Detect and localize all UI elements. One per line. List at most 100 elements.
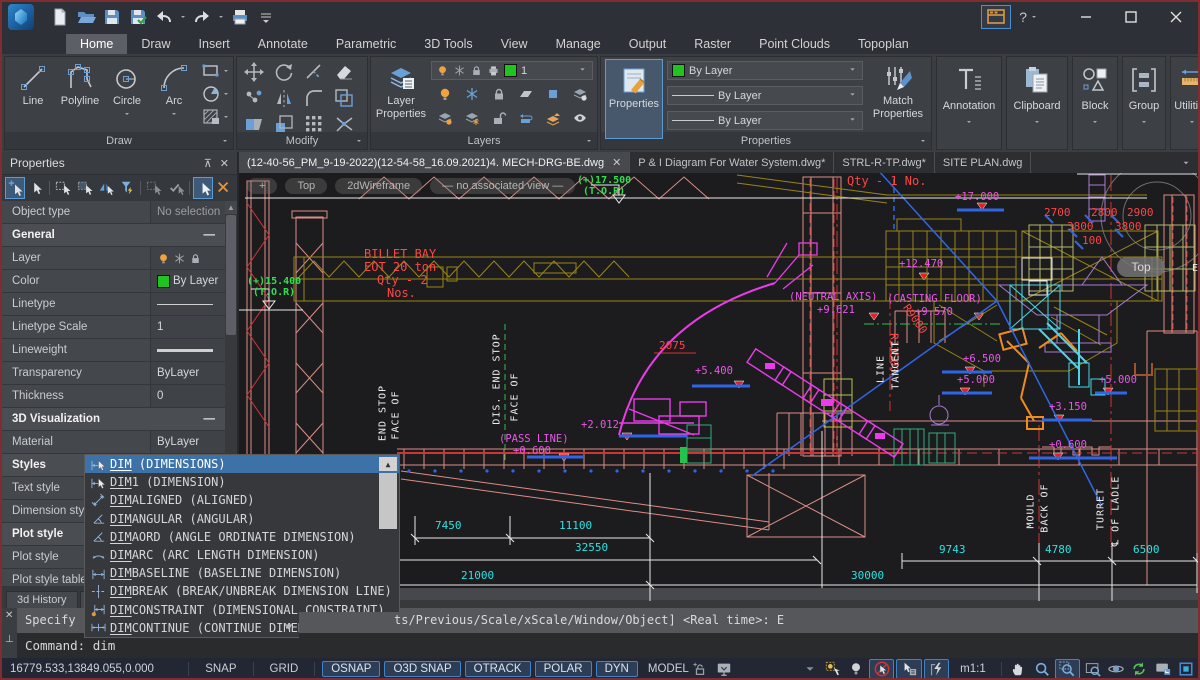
modify-fillet-button[interactable] [299,85,329,111]
dropdown-caret-button[interactable] [799,660,820,678]
autocomplete-item[interactable]: DIMBASELINE (BASELINE DIMENSION) [85,564,399,582]
ribbon-tab-output[interactable]: Output [615,34,681,54]
layer-tool-blue-square-button[interactable] [539,82,566,106]
bulb-status-button[interactable] [846,660,867,678]
toggle-osnap[interactable]: OSNAP [322,661,380,677]
autocomplete-item[interactable]: DIM (DIMENSIONS) [85,455,399,473]
autocomplete-item[interactable]: DIMAORD (ANGLE ORDINATE DIMENSION) [85,528,399,546]
sel-prev-button[interactable] [144,177,164,199]
draw-circle-button[interactable]: Circle [105,57,149,119]
scroll-thumb[interactable] [379,473,397,529]
property-value[interactable] [150,247,225,269]
pin-icon[interactable]: ⊼ [204,157,212,170]
toggle-dyn[interactable]: DYN [596,661,638,677]
annotation-panel[interactable]: Annotation [936,56,1002,150]
toggle-snap[interactable]: SNAP [196,661,245,677]
property-value[interactable]: ByLayer [150,431,225,453]
ribbon-tab-3d-tools[interactable]: 3D Tools [410,34,486,54]
workspace-icon[interactable] [981,5,1011,29]
qat-more-button[interactable] [254,5,278,29]
collapse-icon[interactable]: — [204,224,226,246]
modify-move-button[interactable] [239,59,269,85]
property-value[interactable]: ByLayer [150,362,225,384]
color-select[interactable]: By Layer [667,61,863,80]
ribbon-tab-insert[interactable]: Insert [185,34,244,54]
sel-new-button[interactable] [5,177,25,199]
layer-properties-button[interactable]: LayerProperties [375,57,427,120]
block-panel[interactable]: Block [1072,56,1118,150]
autocomplete-item[interactable]: DIMARC (ARC LENGTH DIMENSION) [85,546,399,564]
close-button[interactable] [1153,2,1198,32]
qat-print-button[interactable] [228,5,252,29]
visual-style-label[interactable]: 2dWireframe [335,178,422,194]
layer-tool-bulb-on-button[interactable] [431,82,458,106]
qat-new-file-button[interactable] [48,5,72,29]
scroll-up-icon[interactable]: ▲ [225,201,237,214]
toggle-grid[interactable]: GRID [261,661,308,677]
qat-save-as-button[interactable] [126,5,150,29]
ribbon-tab-parametric[interactable]: Parametric [322,34,410,54]
close-icon[interactable]: ✕ [5,610,13,621]
autocomplete-item[interactable]: DIMANGULAR (ANGULAR) [85,510,399,528]
layer-tool-stack-return-button[interactable] [512,106,539,130]
display-settings-icon[interactable] [713,660,734,678]
pointer-active-button[interactable] [193,177,213,199]
cancel-button[interactable] [214,177,234,199]
sel-window-button[interactable] [53,177,73,199]
layer-tool-plane-button[interactable] [512,82,539,106]
section-header-general[interactable]: General— [2,224,225,247]
scroll-thumb[interactable] [226,215,236,335]
toggle-o3d-snap[interactable]: O3D SNAP [384,661,460,677]
document-tab-2[interactable]: P & I Diagram For Water System.dwg* [630,152,834,173]
layer-tool-stack-snowflake-button[interactable] [458,106,485,130]
match-properties-button[interactable]: MatchProperties [867,57,929,120]
sel-check-button[interactable] [165,177,185,199]
sel-flip-button[interactable] [96,177,116,199]
document-tab-4[interactable]: SITE PLAN.dwg [935,152,1031,173]
ribbon-tab-topoplan[interactable]: Topoplan [844,34,923,54]
modify-explode-button[interactable] [329,111,359,137]
viewport-view-label[interactable]: Top [285,178,327,194]
associated-view-label[interactable]: — no associated view — [430,178,575,194]
layer-tool-stack-bulb-button[interactable] [566,82,593,106]
document-tab-1[interactable]: (12-40-56_PM_9-19-2022)(12-54-58_16.09.2… [239,152,630,173]
lineweight-select[interactable]: By Layer [667,111,863,130]
sel-pointer-button[interactable] [26,177,46,199]
draw-polyline-button[interactable]: Polyline [58,57,102,107]
hatch-button[interactable] [201,107,231,127]
chevron-down-icon[interactable] [354,136,364,149]
modify-stretch-button[interactable] [239,111,269,137]
zoom-window-button[interactable] [1055,659,1080,679]
section-header-3d-visualization[interactable]: 3D Visualization— [2,408,225,431]
help-caret-icon[interactable] [1029,5,1039,29]
regen-button[interactable] [1129,660,1150,678]
model-space-button[interactable]: MODEL [648,663,689,675]
modify-mirror-button[interactable] [269,85,299,111]
ribbon-tab-home[interactable]: Home [66,34,127,54]
layer-select[interactable]: 1 [431,61,593,80]
zoom-region-button[interactable] [1082,660,1103,678]
modify-rotate-button[interactable] [269,59,299,85]
minimize-button[interactable] [1063,2,1108,32]
modify-copy-button[interactable] [239,85,269,111]
draw-line-button[interactable]: Line [11,57,55,107]
layer-tool-lock-button[interactable] [485,82,512,106]
property-value[interactable] [150,339,225,361]
collapse-icon[interactable]: — [204,408,226,430]
quad-lightning-button[interactable] [924,659,949,679]
sel-crossing-button[interactable] [75,177,95,199]
zoom-button[interactable] [1031,660,1052,678]
selection-off-button[interactable] [869,659,894,679]
doc-tabs-overflow-caret[interactable] [1180,152,1198,173]
lock-position-icon[interactable] [690,660,711,678]
viewcube-top-label[interactable]: Top [1117,257,1165,277]
annotation-scale-label[interactable]: m1:1 [960,663,986,675]
close-icon[interactable]: ✕ [612,156,621,169]
qat-undo-button[interactable] [152,5,176,29]
autocomplete-item[interactable]: DIM1 (DIMENSION) [85,473,399,491]
display-save-button[interactable] [1152,660,1173,678]
ribbon-tab-raster[interactable]: Raster [680,34,745,54]
annotative-cursor-button[interactable] [822,660,843,678]
pan-hand-button[interactable] [1008,660,1029,678]
property-value[interactable]: No selection [150,201,225,223]
